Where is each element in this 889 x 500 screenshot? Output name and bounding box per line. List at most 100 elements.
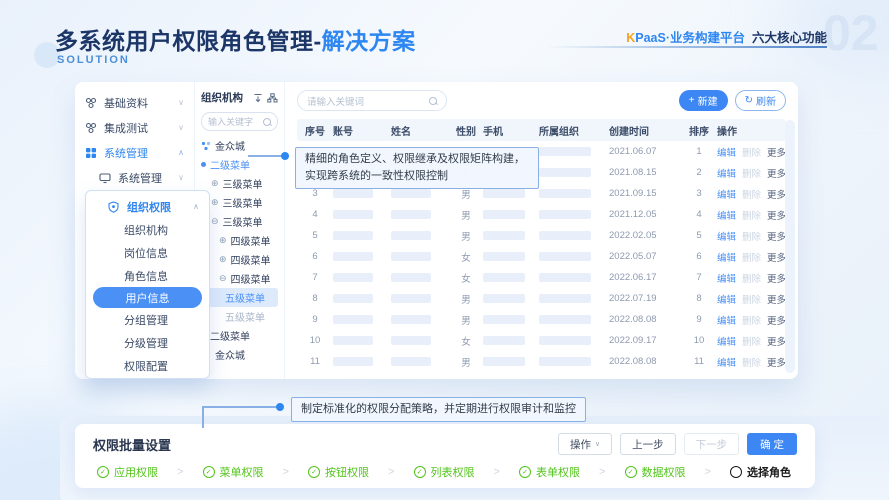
popup-item-position-info[interactable]: 岗位信息 xyxy=(86,241,209,264)
table-search-input[interactable]: 请输入关键词 xyxy=(297,90,447,111)
tree-search-input[interactable]: 输入关键字 xyxy=(201,112,278,131)
more-link[interactable]: 更多 xyxy=(767,271,786,285)
new-button[interactable]: +新建 xyxy=(679,90,728,111)
collapse-icon[interactable]: ⊖ xyxy=(219,273,227,284)
tree-node-level3[interactable]: ⊕三级菜单 xyxy=(201,174,278,193)
sidebar-subitem-system-management[interactable]: 系统管理 ∨ xyxy=(75,165,194,190)
popup-item-group-management[interactable]: 分组管理 xyxy=(86,308,209,331)
tree-node-level4[interactable]: ⊕四级菜单 xyxy=(201,250,278,269)
check-circle-icon: ✓ xyxy=(97,466,109,478)
more-link[interactable]: 更多 xyxy=(767,292,786,306)
table-row[interactable]: 4男2021.12.054编辑删除更多 xyxy=(297,204,786,225)
tree-node-level5[interactable]: 五级菜单 xyxy=(201,307,278,326)
more-link[interactable]: 更多 xyxy=(767,166,786,180)
more-link[interactable]: 更多 xyxy=(767,355,786,369)
tree-node-level5-selected[interactable]: 五级菜单 xyxy=(201,288,278,307)
brand-k: K xyxy=(626,31,635,45)
delete-link[interactable]: 删除 xyxy=(742,250,761,264)
more-link[interactable]: 更多 xyxy=(767,250,786,264)
cell-gender: 男 xyxy=(449,229,483,243)
more-link[interactable]: 更多 xyxy=(767,334,786,348)
tree-node-level3[interactable]: ⊖三级菜单 xyxy=(201,212,278,231)
expand-icon[interactable]: ⊕ xyxy=(219,254,227,265)
prev-step-button[interactable]: 上一步 xyxy=(620,433,676,455)
edit-link[interactable]: 编辑 xyxy=(717,187,736,201)
cell-created: 2022.08.08 xyxy=(609,356,681,367)
delete-link[interactable]: 删除 xyxy=(742,187,761,201)
tree-node-level2[interactable]: 二级菜单 xyxy=(201,326,278,345)
popup-header-org-permissions[interactable]: 组织权限 ∧ xyxy=(86,195,209,218)
tree-node-level4[interactable]: ⊖四级菜单 xyxy=(201,269,278,288)
edit-link[interactable]: 编辑 xyxy=(717,313,736,327)
confirm-button[interactable]: 确 定 xyxy=(747,433,797,455)
delete-link[interactable]: 删除 xyxy=(742,334,761,348)
next-step-button[interactable]: 下一步 xyxy=(684,433,740,455)
more-link[interactable]: 更多 xyxy=(767,145,786,159)
table-row[interactable]: 9男2022.08.089编辑删除更多 xyxy=(297,309,786,330)
more-link[interactable]: 更多 xyxy=(767,313,786,327)
more-link[interactable]: 更多 xyxy=(767,229,786,243)
edit-link[interactable]: 编辑 xyxy=(717,145,736,159)
edit-link[interactable]: 编辑 xyxy=(717,229,736,243)
table-scrollbar[interactable] xyxy=(785,120,795,373)
step-menu-permission[interactable]: ✓菜单权限 xyxy=(203,464,264,480)
tree-node-root[interactable]: 金众城 xyxy=(201,136,278,155)
step-button-permission[interactable]: ✓按钮权限 xyxy=(308,464,369,480)
step-list-permission[interactable]: ✓列表权限 xyxy=(414,464,475,480)
action-dropdown-button[interactable]: 操作∨ xyxy=(558,433,612,455)
edit-link[interactable]: 编辑 xyxy=(717,355,736,369)
table-row[interactable]: 10女2022.09.1710编辑删除更多 xyxy=(297,330,786,351)
sidebar-item-label: 系统管理 xyxy=(118,170,162,186)
delete-link[interactable]: 删除 xyxy=(742,271,761,285)
popup-item-user-info-active[interactable]: 用户信息 xyxy=(93,287,202,308)
step-select-role[interactable]: 选择角色 xyxy=(730,464,791,480)
popup-item-permission-config[interactable]: 权限配置 xyxy=(86,354,209,377)
tree-node-root[interactable]: 金众城 xyxy=(201,345,278,364)
sidebar-item-system-management[interactable]: 系统管理 ∧ xyxy=(75,140,194,165)
sidebar-item-integration-test[interactable]: 集成测试 ∨ xyxy=(75,115,194,140)
edit-link[interactable]: 编辑 xyxy=(717,250,736,264)
collapse-icon[interactable]: ⊖ xyxy=(211,216,219,227)
refresh-button[interactable]: ↻刷新 xyxy=(735,90,786,111)
cell-created: 2022.07.19 xyxy=(609,293,681,304)
table-row[interactable]: 11男2022.08.0811编辑删除更多 xyxy=(297,351,786,372)
edit-link[interactable]: 编辑 xyxy=(717,271,736,285)
table-row[interactable]: 7女2022.06.177编辑删除更多 xyxy=(297,267,786,288)
delete-link[interactable]: 删除 xyxy=(742,313,761,327)
expand-icon[interactable]: ⊕ xyxy=(219,235,227,246)
step-app-permission[interactable]: ✓应用权限 xyxy=(97,464,158,480)
edit-link[interactable]: 编辑 xyxy=(717,334,736,348)
delete-link[interactable]: 删除 xyxy=(742,355,761,369)
popup-item-org-structure[interactable]: 组织机构 xyxy=(86,218,209,241)
delete-link[interactable]: 删除 xyxy=(742,145,761,159)
edit-link[interactable]: 编辑 xyxy=(717,166,736,180)
cell-created: 2022.08.08 xyxy=(609,314,681,325)
popup-item-role-info[interactable]: 角色信息 xyxy=(86,264,209,287)
chevron-down-icon: ∨ xyxy=(178,173,184,182)
more-link[interactable]: 更多 xyxy=(767,208,786,222)
tree-node-level4[interactable]: ⊕四级菜单 xyxy=(201,231,278,250)
step-form-permission[interactable]: ✓表单权限 xyxy=(519,464,580,480)
page-subtitle: SOLUTION xyxy=(57,54,130,66)
table-row[interactable]: 8男2022.07.198编辑删除更多 xyxy=(297,288,786,309)
more-link[interactable]: 更多 xyxy=(767,187,786,201)
edit-link[interactable]: 编辑 xyxy=(717,208,736,222)
cell-name-placeholder xyxy=(391,273,431,282)
collapse-all-icon[interactable] xyxy=(253,93,263,103)
edit-link[interactable]: 编辑 xyxy=(717,292,736,306)
tree-node-level2[interactable]: 二级菜单 xyxy=(201,155,278,174)
table-row[interactable]: 5男2022.02.055编辑删除更多 xyxy=(297,225,786,246)
delete-link[interactable]: 删除 xyxy=(742,292,761,306)
sidebar-item-basic-data[interactable]: 基础资料 ∨ xyxy=(75,90,194,115)
cell-account-placeholder xyxy=(333,252,373,261)
expand-icon[interactable]: ⊕ xyxy=(211,178,219,189)
tree-node-level3[interactable]: ⊕三级菜单 xyxy=(201,193,278,212)
table-row[interactable]: 6女2022.05.076编辑删除更多 xyxy=(297,246,786,267)
step-data-permission[interactable]: ✓数据权限 xyxy=(625,464,686,480)
delete-link[interactable]: 删除 xyxy=(742,208,761,222)
popup-item-level-management[interactable]: 分级管理 xyxy=(86,331,209,354)
expand-icon[interactable]: ⊕ xyxy=(211,197,219,208)
sitemap-icon[interactable] xyxy=(267,93,278,103)
delete-link[interactable]: 删除 xyxy=(742,166,761,180)
delete-link[interactable]: 删除 xyxy=(742,229,761,243)
